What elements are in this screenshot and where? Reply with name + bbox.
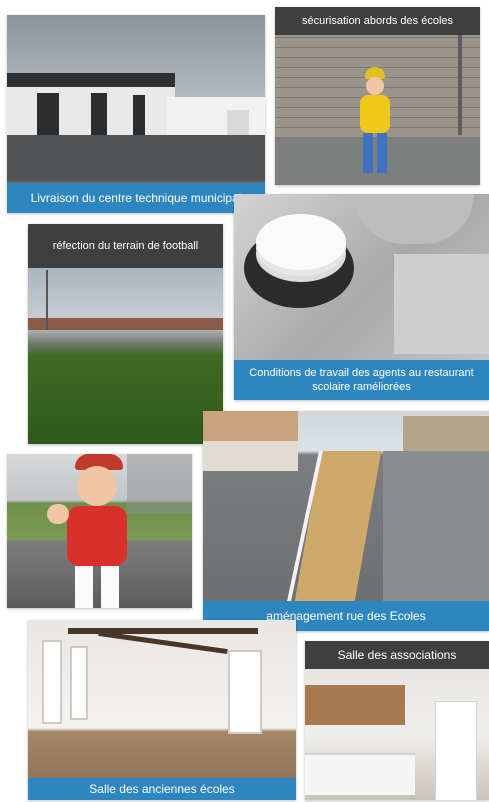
tile-rue-des-ecoles: aménagement rue des Ecoles [203,411,489,631]
photo-rue-des-ecoles [203,411,489,631]
tile-salle-associations: Salle des associations [305,641,489,800]
tile-mascot [7,454,192,608]
tile-centre-technique: Livraison du centre technique municipal [7,15,265,213]
mascot-figure [47,454,147,608]
caption-centre-technique: Livraison du centre technique municipal [7,183,265,213]
photo-mascot [7,454,192,608]
pedestrian-figure [355,67,395,185]
caption-securisation: sécurisation abords des écoles [275,7,480,35]
tile-salle-anciennes-ecoles: Salle des anciennes écoles [28,620,296,800]
tile-restaurant-scolaire: Conditions de travail des agents au rest… [234,194,489,400]
caption-salle-associations: Salle des associations [305,641,489,669]
caption-salle-anciennes-ecoles: Salle des anciennes écoles [28,778,296,800]
tile-securisation: sécurisation abords des écoles [275,7,480,185]
photo-salle-anciennes-ecoles [28,620,296,800]
tile-terrain-football: réfection du terrain de football [28,224,223,444]
caption-restaurant-scolaire: Conditions de travail des agents au rest… [234,360,489,400]
caption-terrain-football: réfection du terrain de football [28,224,223,268]
